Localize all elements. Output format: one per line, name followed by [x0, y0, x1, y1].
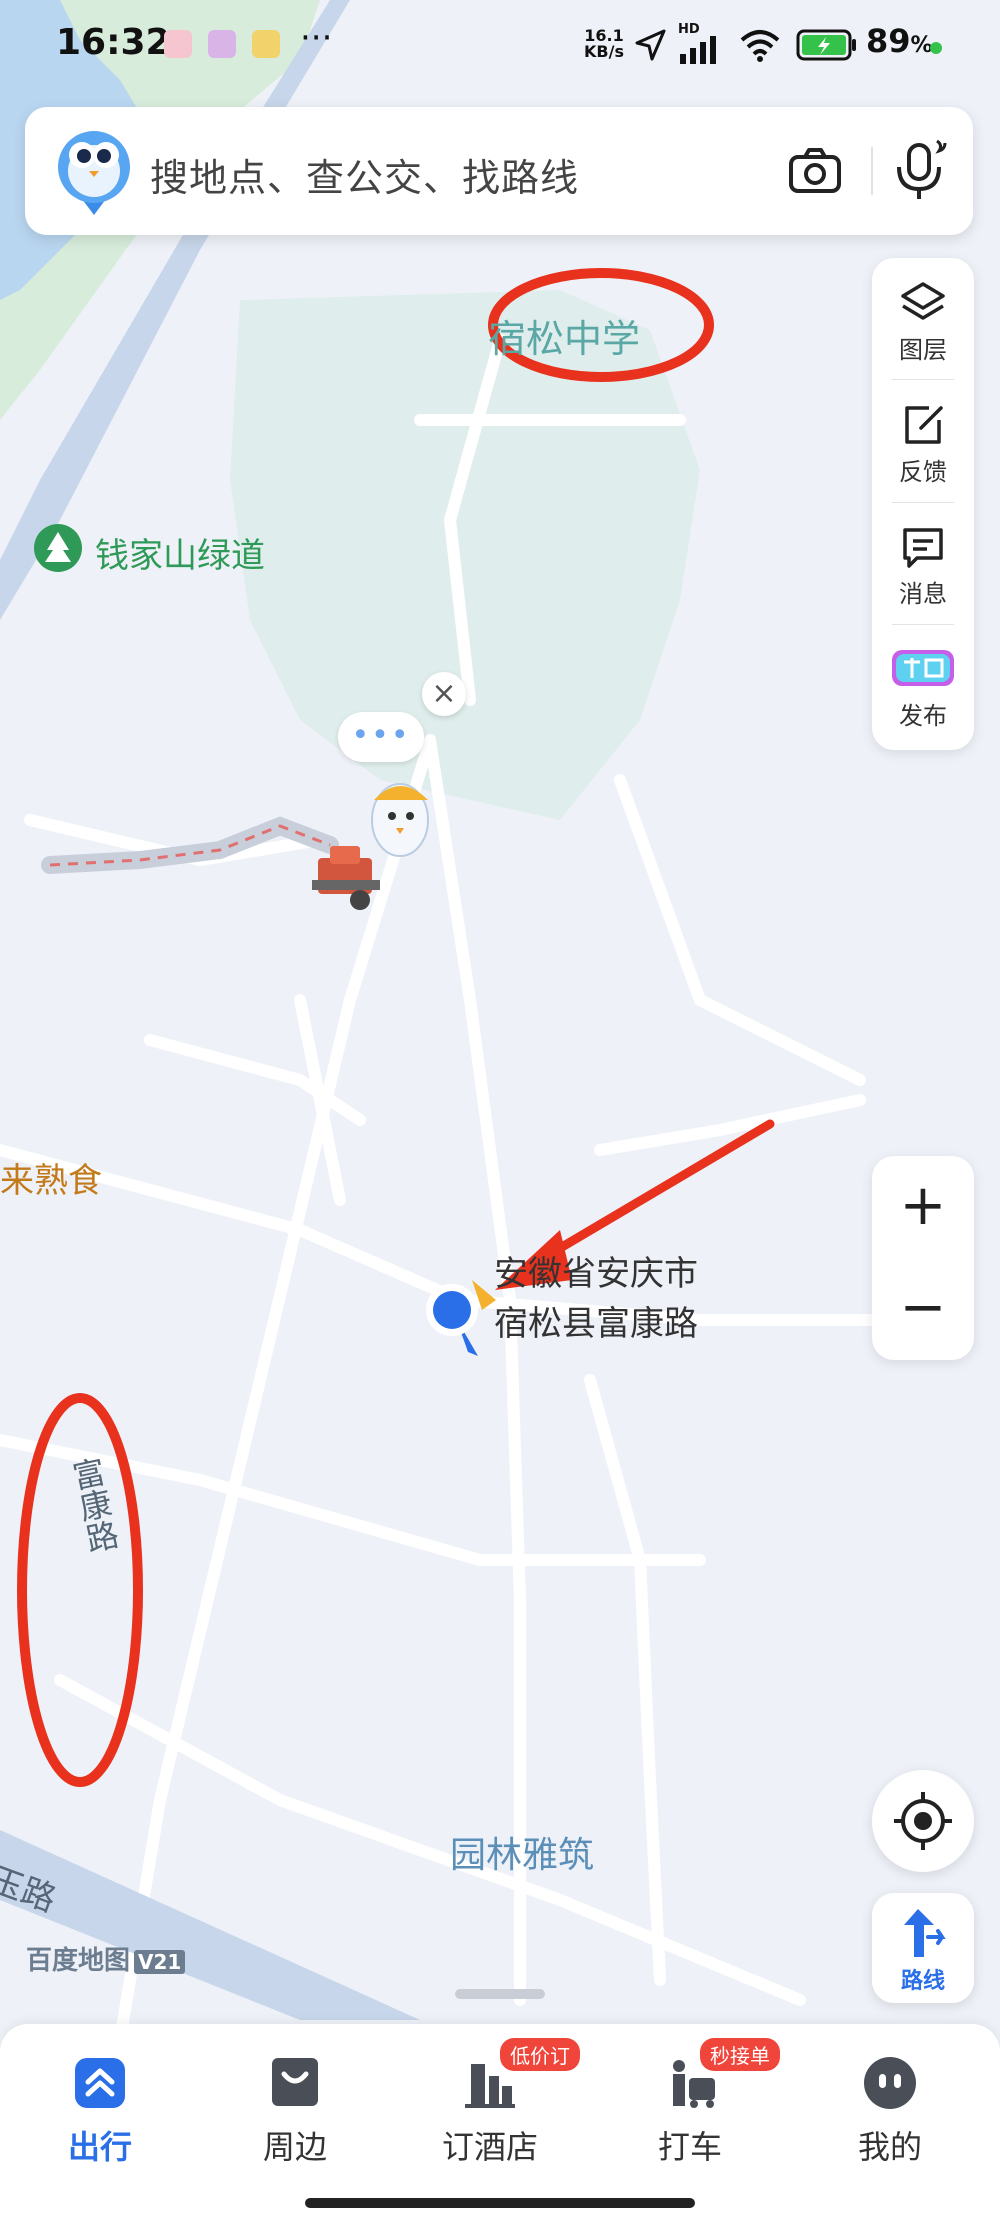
publish-icon — [892, 650, 954, 686]
camera-icon[interactable] — [785, 141, 845, 201]
tab-taxi-label: 打车 — [657, 2128, 722, 2166]
publish-label: 发布 — [899, 702, 947, 730]
tab-travel-label: 出行 — [67, 2128, 132, 2166]
wifi-icon — [740, 30, 780, 62]
watermark-text: 百度地图 — [26, 1946, 131, 1976]
map-label-shop[interactable]: 来熟食 — [0, 1153, 102, 1202]
message-button[interactable]: 消息 — [872, 524, 974, 609]
tab-nearby-label: 周边 — [262, 2128, 327, 2166]
app-notification-icon — [252, 30, 280, 58]
route-arrow-icon — [904, 1909, 946, 1957]
layers-icon — [901, 282, 945, 320]
tab-nearby[interactable]: 周边 — [215, 2054, 375, 2168]
watermark-version: V21 — [134, 1950, 186, 1974]
status-time: 16:32 — [56, 22, 171, 63]
battery-level: 89% — [866, 22, 933, 60]
search-bar[interactable]: 搜地点、查公交、找路线 — [25, 107, 973, 235]
hotel-badge: 低价订 — [500, 2038, 580, 2071]
tab-hotel[interactable]: 低价订 订酒店 — [410, 2038, 580, 2168]
crosshair-icon — [894, 1792, 952, 1850]
map-label-greenway[interactable]: 钱家山绿道 — [95, 528, 265, 577]
feedback-button[interactable]: 反馈 — [872, 402, 974, 487]
bottom-tab-bar: 出行 周边 低价订 订酒店 秒接单 打车 我的 — [0, 2024, 1000, 2222]
app-notification-icon — [208, 30, 236, 58]
mascot-logo-icon — [58, 131, 130, 215]
feedback-icon — [905, 406, 943, 444]
map-label-address-line1[interactable]: 安徽省安庆市 — [494, 1246, 698, 1295]
more-notifications-icon: ··· — [300, 18, 333, 58]
tab-taxi[interactable]: 秒接单 打车 — [610, 2038, 780, 2168]
nearby-icon — [272, 2058, 318, 2106]
publish-button[interactable]: 发布 — [872, 644, 974, 731]
zoom-in-button[interactable]: + — [872, 1156, 974, 1256]
network-speed: 16.1 KB/s — [584, 28, 624, 60]
search-input[interactable]: 搜地点、查公交、找路线 — [150, 147, 579, 202]
drawer-handle[interactable] — [455, 1989, 545, 1999]
battery-value: 89 — [866, 22, 911, 60]
route-label: 路线 — [900, 1969, 945, 1994]
tab-travel[interactable]: 出行 — [20, 2054, 180, 2168]
location-arrow-icon — [635, 29, 666, 61]
home-indicator — [305, 2198, 695, 2208]
battery-icon — [796, 29, 856, 61]
search-divider — [871, 147, 873, 195]
message-label: 消息 — [899, 580, 947, 608]
more-bubble[interactable]: ••• — [338, 712, 424, 762]
divider — [892, 379, 954, 380]
zoom-controls: + − — [872, 1156, 974, 1360]
map-tools-panel: 图层 反馈 消息 发布 — [872, 258, 974, 750]
route-button[interactable]: 路线 — [872, 1893, 974, 2003]
tab-hotel-label: 订酒店 — [441, 2128, 538, 2166]
network-speed-unit: KB/s — [584, 42, 624, 61]
profile-icon — [864, 2057, 916, 2109]
map-label-address-line2[interactable]: 宿松县富康路 — [494, 1296, 698, 1345]
signal-icon — [680, 36, 716, 64]
map-label-school[interactable]: 宿松中学 — [488, 308, 640, 363]
divider — [892, 624, 954, 625]
taxi-badge: 秒接单 — [700, 2038, 780, 2071]
map-watermark: 百度地图 V21 — [26, 1940, 186, 1977]
tab-mine[interactable]: 我的 — [810, 2054, 970, 2168]
map-label-yuanlin[interactable]: 园林雅筑 — [450, 1826, 594, 1878]
layers-label: 图层 — [899, 336, 947, 364]
tab-mine-label: 我的 — [857, 2128, 922, 2166]
microphone-icon[interactable] — [885, 135, 955, 205]
app-notification-icon — [164, 30, 192, 58]
zoom-out-button[interactable]: − — [872, 1258, 974, 1358]
feedback-label: 反馈 — [899, 458, 947, 486]
travel-icon — [75, 2058, 125, 2108]
divider — [892, 502, 954, 503]
status-bar: 16:32 ··· 16.1 KB/s HD 89% — [0, 0, 1000, 96]
layers-button[interactable]: 图层 — [872, 280, 974, 365]
close-bubble-button[interactable]: × — [422, 672, 466, 716]
privacy-dot — [930, 42, 942, 54]
locate-me-button[interactable] — [872, 1770, 974, 1872]
message-icon — [903, 528, 943, 568]
